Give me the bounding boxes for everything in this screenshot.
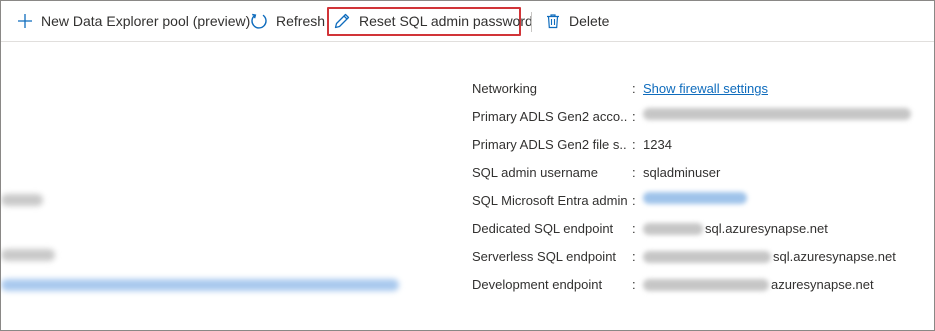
redacted-link[interactable] (643, 192, 747, 204)
toolbar-divider (531, 12, 532, 32)
property-label: Serverless SQL endpoint (472, 249, 617, 264)
new-data-explorer-pool-button[interactable]: New Data Explorer pool (preview) (17, 1, 250, 41)
redacted-value (1, 249, 55, 261)
command-bar: New Data Explorer pool (preview) Refresh… (1, 1, 934, 42)
property-row-primary-adls-account: Primary ADLS Gen2 acco... : (472, 108, 932, 126)
property-value: sql.azuresynapse.net (705, 221, 828, 236)
show-firewall-settings-link[interactable]: Show firewall settings (643, 80, 768, 98)
property-label: Primary ADLS Gen2 file s... (472, 137, 627, 152)
property-row-development-endpoint: Development endpoint : azuresynapse.net (472, 277, 874, 292)
property-value: 1234 (643, 137, 672, 152)
property-row-networking: Networking : Show firewall settings (472, 80, 768, 98)
delete-button[interactable]: Delete (545, 1, 609, 41)
new-data-explorer-pool-label: New Data Explorer pool (preview) (41, 13, 251, 29)
refresh-button[interactable]: Refresh (250, 1, 325, 41)
redacted-value (643, 279, 769, 291)
trash-icon (545, 13, 561, 29)
redacted-value (643, 108, 911, 120)
property-label: SQL admin username (472, 165, 598, 180)
plus-icon (17, 13, 33, 29)
property-label: Development endpoint (472, 277, 603, 292)
reset-sql-admin-password-label: Reset SQL admin password (359, 13, 533, 29)
redacted-value (1, 194, 43, 206)
pencil-icon (333, 12, 351, 30)
redacted-link[interactable] (1, 279, 399, 291)
property-value: sql.azuresynapse.net (773, 249, 896, 264)
property-value: sqladminuser (643, 165, 721, 180)
property-value: azuresynapse.net (771, 277, 874, 292)
property-row-sql-admin-username: SQL admin username : sqladminuser (472, 165, 721, 180)
property-row-sql-entra-admin: SQL Microsoft Entra admin : (472, 192, 932, 210)
reset-sql-admin-password-button[interactable]: Reset SQL admin password (333, 1, 533, 41)
overview-panel: New Data Explorer pool (preview) Refresh… (0, 0, 935, 331)
property-label: Networking (472, 81, 538, 96)
delete-label: Delete (569, 13, 610, 29)
property-label: Dedicated SQL endpoint (472, 221, 614, 236)
property-row-primary-adls-filesystem: Primary ADLS Gen2 file s... : 1234 (472, 137, 672, 152)
property-label: Primary ADLS Gen2 acco... (472, 109, 627, 124)
property-label: SQL Microsoft Entra admin (472, 193, 627, 208)
property-row-serverless-sql-endpoint: Serverless SQL endpoint : sql.azuresynap… (472, 249, 896, 264)
refresh-label: Refresh (276, 13, 326, 29)
property-row-dedicated-sql-endpoint: Dedicated SQL endpoint : sql.azuresynaps… (472, 221, 828, 236)
refresh-icon (250, 12, 268, 30)
redacted-value (643, 251, 771, 263)
redacted-value (643, 223, 703, 235)
